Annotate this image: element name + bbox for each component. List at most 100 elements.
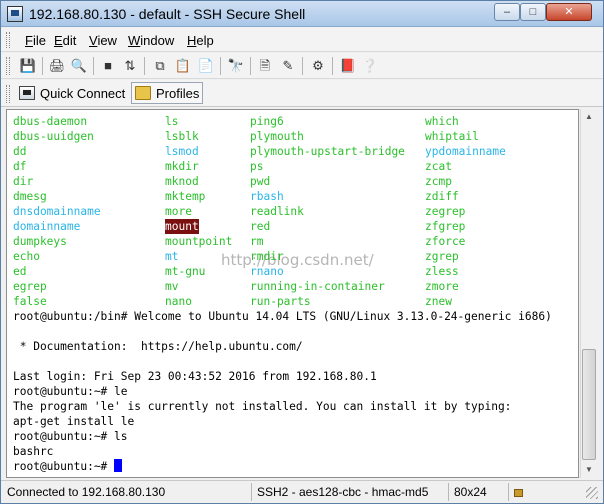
ls-entry: znew (425, 295, 452, 308)
terminal-line: The program 'le' is currently not instal… (13, 399, 511, 414)
terminal-line-text: apt-get install le (13, 415, 135, 428)
ssh-client-window: 192.168.80.130 - default - SSH Secure Sh… (0, 0, 604, 504)
ls-entry: rm (250, 235, 264, 248)
menu-window[interactable]: Window (128, 33, 174, 48)
title-bar[interactable]: 192.168.80.130 - default - SSH Secure Sh… (1, 1, 603, 27)
ls-entry: ping6 (250, 115, 284, 128)
terminal-size: 80x24 (448, 483, 487, 501)
quickbar-grip[interactable] (6, 85, 10, 103)
new-terminal-icon[interactable]: ■ (99, 57, 117, 75)
terminal-line-text: * Documentation: https://help.ubuntu.com… (13, 340, 303, 353)
watermark: http://blog.csdn.net/ (221, 251, 374, 269)
print-preview-icon[interactable]: 🔍 (70, 57, 88, 75)
menubar-grip[interactable] (6, 32, 10, 48)
scroll-thumb[interactable] (582, 349, 596, 460)
terminal-line: root@ubuntu:/bin# Welcome to Ubuntu 14.0… (13, 309, 552, 324)
help-book-icon[interactable]: 📕 (339, 57, 357, 75)
scroll-down-icon[interactable]: ▼ (581, 462, 597, 478)
ls-entry: running-in-container (250, 280, 385, 293)
ls-entry: egrep (13, 280, 47, 293)
toolbar-separator (93, 57, 94, 75)
maximize-button[interactable]: □ (520, 3, 546, 21)
ls-entry: ypdomainname (425, 145, 506, 158)
ls-entry: nano (165, 295, 192, 308)
minimize-button[interactable]: – (494, 3, 520, 21)
menu-help[interactable]: Help (187, 33, 214, 48)
ls-entry: zfgrep (425, 220, 466, 233)
status-bar: Connected to 192.168.80.130 SSH2 - aes12… (1, 480, 603, 503)
ls-entry: plymouth-upstart-bridge (250, 145, 405, 158)
protocol-info: SSH2 - aes128-cbc - hmac-md5 (251, 483, 428, 501)
copy-icon[interactable]: ⧉ (151, 57, 169, 75)
profiles-icon[interactable]: 🗎 (256, 57, 274, 75)
window-title: 192.168.80.130 - default - SSH Secure Sh… (29, 6, 306, 22)
terminal-line-text: root@ubuntu:~# (13, 460, 115, 473)
toolbar-separator (144, 57, 145, 75)
ls-entry: df (13, 160, 27, 173)
menu-view[interactable]: View (89, 33, 117, 48)
ls-entry: rnano (250, 265, 284, 278)
paste-special-icon[interactable]: 📄 (197, 57, 215, 75)
terminal-line: Last login: Fri Sep 23 00:43:52 2016 fro… (13, 369, 377, 384)
connection-status: Connected to 192.168.80.130 (7, 485, 166, 499)
ls-entry: echo (13, 250, 40, 263)
ls-entry: dd (13, 145, 27, 158)
ls-entry: mv (165, 280, 179, 293)
ls-entry: dumpkeys (13, 235, 67, 248)
terminal-line: root@ubuntu:~# le (13, 384, 128, 399)
ls-entry: mktemp (165, 190, 206, 203)
ls-entry: false (13, 295, 47, 308)
ls-entry: which (425, 115, 459, 128)
app-icon[interactable] (7, 6, 23, 22)
save-icon[interactable]: 💾 (19, 57, 37, 75)
ls-entry: more (165, 205, 192, 218)
quick-connect-bar: Quick Connect Profiles (1, 80, 603, 107)
ls-entry: ls (165, 115, 179, 128)
find-icon[interactable]: 🔭 (227, 57, 245, 75)
ls-entry: dbus-daemon (13, 115, 88, 128)
terminal-line: * Documentation: https://help.ubuntu.com… (13, 339, 303, 354)
terminal-line-text: root@ubuntu:/bin# Welcome to Ubuntu 14.0… (13, 310, 552, 323)
terminal-line: root@ubuntu:~# ls (13, 429, 128, 444)
settings-icon[interactable]: ⚙ (309, 57, 327, 75)
ls-entry: rmdir (250, 250, 284, 263)
profiles-button[interactable]: Profiles (131, 82, 203, 104)
terminal-scrollbar[interactable]: ▲ ▼ (580, 109, 597, 478)
menu-bar: File Edit View Window Help (1, 28, 603, 52)
close-button[interactable]: ✕ (546, 3, 592, 21)
ls-entry: mount (165, 219, 199, 234)
ls-entry: red (250, 220, 271, 233)
ls-entry: ed (13, 265, 27, 278)
quick-connect-button[interactable]: Quick Connect (19, 82, 129, 104)
menu-file[interactable]: File (25, 33, 46, 48)
ls-entry: dmesg (13, 190, 47, 203)
paste-icon[interactable]: 📋 (174, 57, 192, 75)
ls-entry: zforce (425, 235, 466, 248)
file-transfer-icon[interactable]: ⇅ (121, 57, 139, 75)
edit-profile-icon[interactable]: ✎ (279, 57, 297, 75)
toolbar-separator (220, 57, 221, 75)
ls-entry: mountpoint (165, 235, 233, 248)
folder-icon (135, 86, 151, 100)
terminal-output[interactable]: http://blog.csdn.net/ dbus-daemon dbus-uu… (6, 109, 579, 478)
toolbar-separator (42, 57, 43, 75)
scroll-up-icon[interactable]: ▲ (581, 109, 597, 125)
menu-edit[interactable]: Edit (54, 33, 76, 48)
resize-grip-icon[interactable] (586, 487, 598, 499)
terminal-cursor (114, 459, 123, 472)
ls-entry: zdiff (425, 190, 459, 203)
ls-entry: plymouth (250, 130, 304, 143)
ls-entry: zless (425, 265, 459, 278)
ls-entry: mt (165, 250, 179, 263)
ls-entry: readlink (250, 205, 304, 218)
context-help-icon[interactable]: ❔ (361, 57, 379, 75)
ls-entry: domainname (13, 220, 81, 233)
ls-entry: whiptail (425, 130, 479, 143)
ls-entry: pwd (250, 175, 271, 188)
toolbar-grip[interactable] (6, 57, 10, 75)
toolbar-separator (250, 57, 251, 75)
terminal-line-text: root@ubuntu:~# le (13, 385, 128, 398)
ls-entry: dbus-uuidgen (13, 130, 94, 143)
print-icon[interactable]: 🖨 (48, 57, 66, 75)
ls-entry: zcat (425, 160, 452, 173)
